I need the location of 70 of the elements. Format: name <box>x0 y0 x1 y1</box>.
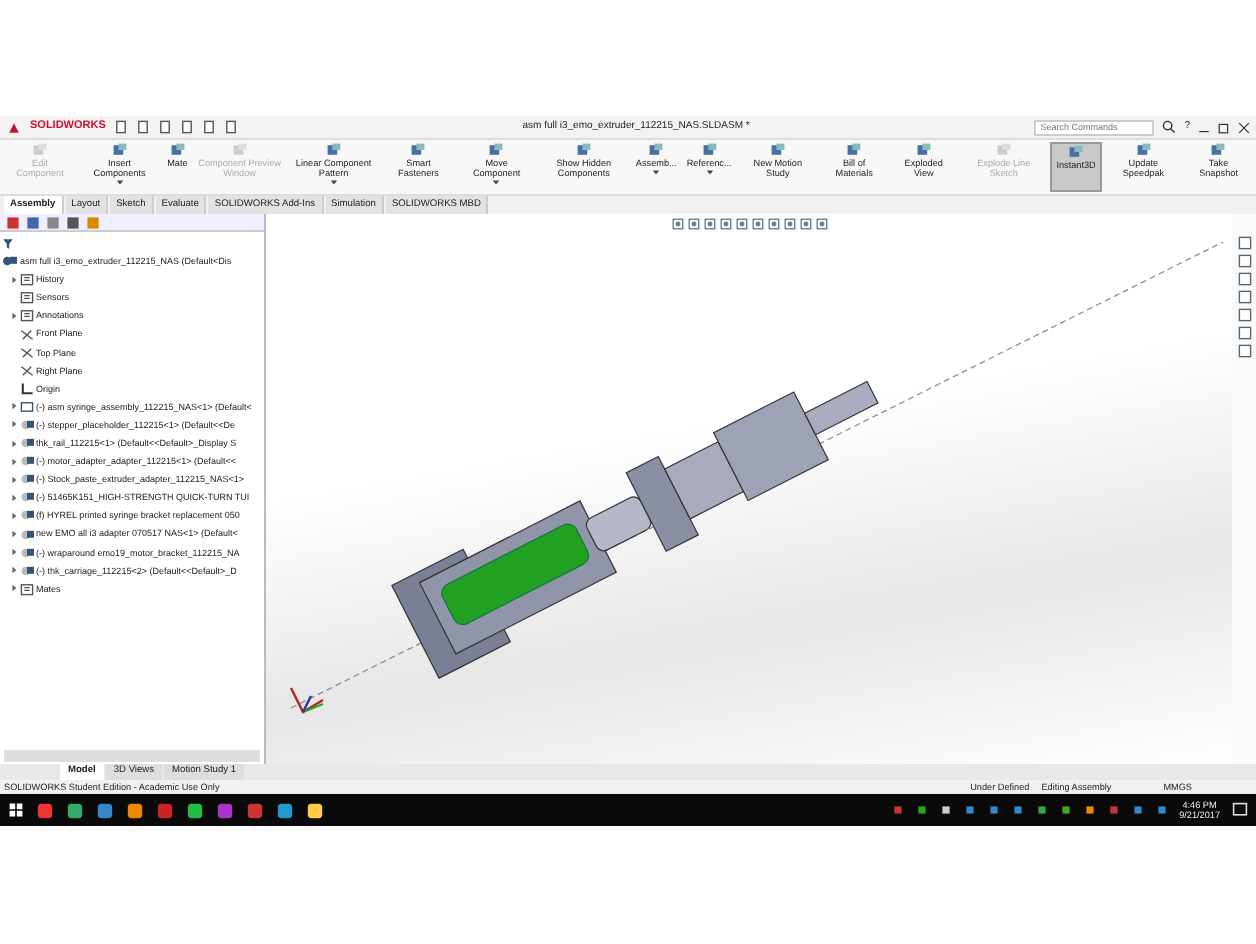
part-icon <box>20 472 34 487</box>
plane-icon <box>20 363 34 378</box>
folder-icon <box>20 272 34 287</box>
horizontal-scrollbar[interactable] <box>4 750 260 762</box>
component-icon <box>769 142 786 158</box>
component-icon <box>846 142 863 158</box>
component-icon <box>1135 142 1152 158</box>
view-tool-icon[interactable] <box>719 217 731 229</box>
expand-arrow-icon[interactable] <box>10 311 18 320</box>
view-tool-icon[interactable] <box>783 217 795 229</box>
part-icon <box>20 508 34 523</box>
expand-arrow-icon[interactable] <box>10 493 18 502</box>
part-icon <box>20 490 34 505</box>
plane-icon <box>20 327 34 342</box>
assembly-icon <box>2 254 18 269</box>
expand-arrow-icon[interactable] <box>10 566 18 575</box>
component-icon <box>111 142 128 158</box>
caret-icon <box>492 178 501 187</box>
logo-icon <box>6 119 22 135</box>
axis-triad-icon <box>289 687 324 714</box>
caret-icon <box>705 168 714 177</box>
caret-icon <box>329 178 338 187</box>
search-icon[interactable] <box>1162 120 1177 134</box>
component-icon <box>648 142 665 158</box>
component-icon <box>1210 142 1227 158</box>
expand-arrow-icon[interactable] <box>10 402 18 411</box>
component-icon <box>488 142 505 158</box>
folder-icon <box>20 308 34 323</box>
expand-arrow-icon[interactable] <box>10 584 18 593</box>
component-icon <box>915 142 932 158</box>
view-tool-icon[interactable] <box>671 217 683 229</box>
expand-arrow-icon[interactable] <box>10 475 18 484</box>
part-icon <box>20 454 34 469</box>
expand-arrow-icon[interactable] <box>10 420 18 429</box>
notification-icon[interactable] <box>1232 802 1248 818</box>
expand-arrow-icon[interactable] <box>10 511 18 520</box>
origin-icon <box>20 381 34 396</box>
part-icon <box>20 563 34 578</box>
caret-icon <box>115 178 124 187</box>
component-icon <box>410 142 427 158</box>
folder-icon <box>20 290 34 305</box>
component-icon <box>169 142 186 158</box>
component-icon <box>325 142 342 158</box>
part-icon <box>20 436 34 451</box>
close-icon[interactable] <box>1238 121 1250 133</box>
folder-icon <box>20 581 34 596</box>
part-icon <box>20 417 34 432</box>
expand-arrow-icon[interactable] <box>10 439 18 448</box>
part-icon <box>20 545 34 560</box>
component-icon <box>575 142 592 158</box>
assembly-icon <box>20 399 34 414</box>
view-tool-icon[interactable] <box>703 217 715 229</box>
view-tool-icon[interactable] <box>687 217 699 229</box>
view-tool-icon[interactable] <box>751 217 763 229</box>
expand-arrow-icon[interactable] <box>10 530 18 539</box>
component-icon <box>701 142 718 158</box>
view-tool-icon[interactable] <box>799 217 811 229</box>
view-tool-icon[interactable] <box>815 217 827 229</box>
expand-arrow-icon[interactable] <box>10 457 18 466</box>
windows-start-icon[interactable] <box>8 802 24 818</box>
caret-icon <box>652 168 661 177</box>
expand-arrow-icon[interactable] <box>10 548 18 557</box>
component-icon <box>1068 144 1085 160</box>
part-icon <box>20 527 34 542</box>
restore-icon[interactable] <box>1218 121 1230 133</box>
view-tool-icon[interactable] <box>767 217 779 229</box>
view-tool-icon[interactable] <box>735 217 747 229</box>
filter-icon[interactable] <box>2 237 14 250</box>
expand-arrow-icon[interactable] <box>10 275 18 284</box>
plane-icon <box>20 345 34 360</box>
